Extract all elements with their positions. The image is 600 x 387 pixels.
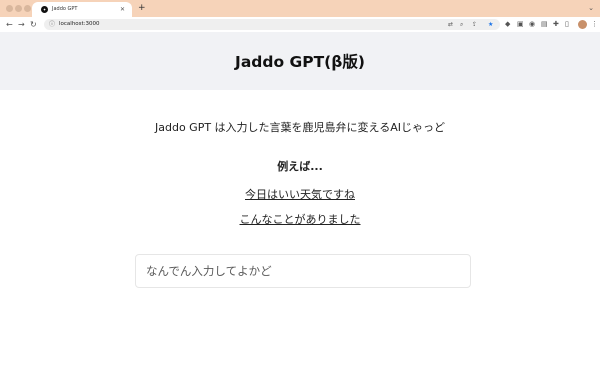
menu-icon[interactable]: ⋮ (591, 18, 598, 31)
forward-icon[interactable]: → (18, 17, 25, 32)
reload-icon[interactable]: ↻ (30, 17, 37, 32)
app-header: Jaddo GPT(β版) (0, 32, 600, 90)
dialect-input[interactable] (136, 255, 456, 287)
camera-icon[interactable]: ◉ (529, 18, 535, 31)
text-input-container (135, 254, 471, 288)
extension-icon[interactable]: ▣ (517, 18, 524, 31)
extension-icon[interactable]: ▤ (541, 18, 548, 31)
example-link[interactable]: こんなことがありました (0, 211, 600, 227)
favicon-icon: ✦ (41, 6, 48, 13)
translate-icon[interactable]: ⇄ (448, 19, 453, 30)
site-info-icon[interactable]: ⓘ (49, 21, 55, 28)
puzzle-icon[interactable]: ✚ (553, 18, 559, 31)
maximize-window-icon[interactable] (24, 5, 31, 12)
tab-close-icon[interactable]: ✕ (120, 2, 125, 17)
sidebar-icon[interactable]: ▯ (565, 18, 569, 31)
extension-icon[interactable]: ◆ (505, 18, 510, 31)
tab-list-chevron-icon[interactable]: ⌄ (588, 4, 594, 12)
minimize-window-icon[interactable] (15, 5, 22, 12)
page-title: Jaddo GPT(β版) (235, 53, 365, 71)
url-text[interactable]: localhost:3000 (59, 19, 100, 30)
new-tab-button[interactable]: + (138, 1, 146, 16)
profile-avatar[interactable] (578, 20, 587, 29)
bookmark-star-icon[interactable]: ★ (488, 19, 493, 30)
tab-title: Jaddo GPT (52, 6, 78, 12)
back-icon[interactable]: ← (6, 17, 13, 32)
browser-tab-strip: ✦ Jaddo GPT ✕ + ⌄ (0, 0, 600, 17)
close-window-icon[interactable] (6, 5, 13, 12)
examples-heading: 例えば... (277, 160, 323, 173)
share-icon[interactable]: ⇪ (472, 19, 477, 30)
app-description: Jaddo GPT は入力した言葉を鹿児島弁に変えるAIじゃっど (155, 121, 445, 134)
example-link[interactable]: 今日はいい天気ですね (0, 186, 600, 202)
address-bar[interactable]: ⓘ localhost:3000 ⇄ ⌕ ⇪ ★ (44, 19, 500, 30)
browser-tab[interactable]: ✦ Jaddo GPT ✕ (32, 2, 132, 17)
zoom-icon[interactable]: ⌕ (460, 19, 463, 30)
